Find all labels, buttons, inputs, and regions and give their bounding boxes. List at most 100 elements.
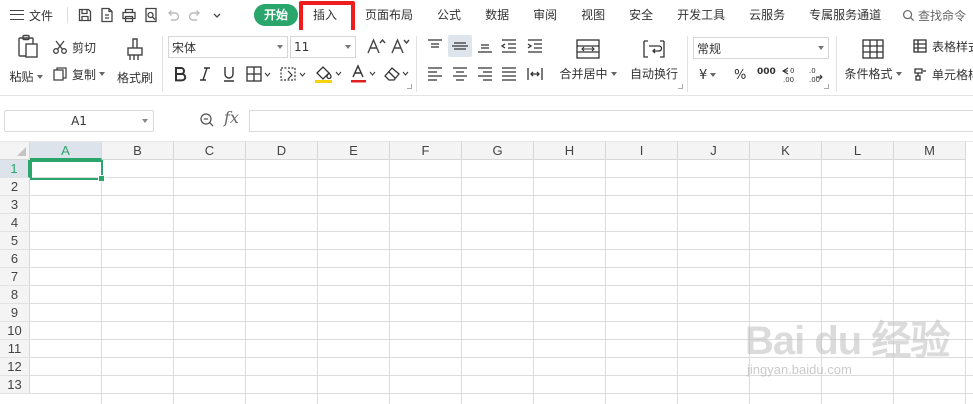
cell-pattern-icon[interactable] bbox=[279, 65, 307, 83]
ribbon-separator bbox=[687, 36, 688, 92]
merge-cells-icon bbox=[576, 39, 600, 59]
distributed-align-icon[interactable] bbox=[525, 66, 545, 82]
zoom-icon[interactable] bbox=[199, 112, 215, 131]
row-header-13[interactable]: 13 bbox=[0, 376, 30, 394]
column-header-a[interactable]: A bbox=[30, 142, 102, 160]
decrease-indent-icon[interactable] bbox=[499, 38, 519, 54]
tab-view[interactable]: 视图 bbox=[569, 4, 617, 26]
tab-home[interactable]: 开始 bbox=[254, 4, 299, 26]
cut-button[interactable]: 剪切 bbox=[52, 38, 96, 56]
paste-label: 粘贴 bbox=[9, 70, 34, 84]
column-header-b[interactable]: B bbox=[102, 142, 174, 160]
scissors-icon bbox=[53, 40, 67, 54]
tab-cloud-service[interactable]: 云服务 bbox=[737, 4, 797, 26]
row-header-11[interactable]: 11 bbox=[0, 340, 30, 358]
increase-font-size-icon[interactable] bbox=[366, 37, 386, 55]
column-header-d[interactable]: D bbox=[246, 142, 318, 160]
format-painter-button[interactable]: 格式刷 bbox=[114, 36, 156, 92]
italic-icon[interactable] bbox=[198, 65, 212, 83]
print-preview-icon[interactable] bbox=[140, 4, 162, 26]
number-format-select[interactable]: 常规 bbox=[693, 37, 829, 59]
row-header-5[interactable]: 5 bbox=[0, 232, 30, 250]
column-header-k[interactable]: K bbox=[750, 142, 822, 160]
row-header-10[interactable]: 10 bbox=[0, 322, 30, 340]
copy-button[interactable]: 复制 bbox=[52, 65, 106, 83]
main-menu-button[interactable]: 文件 bbox=[10, 7, 61, 24]
row-header-6[interactable]: 6 bbox=[0, 250, 30, 268]
clear-format-icon[interactable] bbox=[382, 63, 412, 85]
active-cell[interactable] bbox=[30, 160, 105, 182]
row-header-7[interactable]: 7 bbox=[0, 268, 30, 286]
bold-icon[interactable] bbox=[172, 65, 188, 83]
align-center-icon[interactable] bbox=[450, 66, 470, 82]
tab-security[interactable]: 安全 bbox=[617, 4, 665, 26]
column-header-f[interactable]: F bbox=[390, 142, 462, 160]
column-header-g[interactable]: G bbox=[462, 142, 534, 160]
font-name-select[interactable]: 宋体 bbox=[168, 36, 288, 58]
tab-insert[interactable]: 插入 bbox=[301, 4, 349, 26]
undo-icon[interactable] bbox=[162, 4, 184, 26]
alignment-group-launcher[interactable] bbox=[678, 84, 683, 89]
percent-button[interactable]: % bbox=[734, 66, 746, 84]
font-size-value: 11 bbox=[294, 40, 310, 54]
tab-formulas[interactable]: 公式 bbox=[425, 4, 473, 26]
font-group-launcher[interactable] bbox=[407, 84, 412, 89]
wrap-text-button[interactable]: 自动换行 bbox=[626, 38, 682, 90]
save-icon[interactable] bbox=[74, 4, 96, 26]
tab-review[interactable]: 审阅 bbox=[521, 4, 569, 26]
search-icon bbox=[902, 9, 915, 21]
column-header-h[interactable]: H bbox=[534, 142, 606, 160]
font-size-select[interactable]: 11 bbox=[290, 36, 356, 58]
thousands-separator-button[interactable]: 000 bbox=[757, 66, 776, 84]
column-header-i[interactable]: I bbox=[606, 142, 678, 160]
currency-button[interactable]: ¥ bbox=[699, 66, 717, 84]
formula-input[interactable] bbox=[249, 110, 973, 132]
number-group-launcher[interactable] bbox=[824, 84, 829, 89]
cell-area[interactable] bbox=[30, 160, 973, 404]
row-header-9[interactable]: 9 bbox=[0, 304, 30, 322]
tab-developer[interactable]: 开发工具 bbox=[665, 4, 737, 26]
row-header-1[interactable]: 1 bbox=[0, 160, 30, 178]
conditional-format-button[interactable]: 条件格式 bbox=[842, 38, 904, 90]
table-style-button[interactable]: 表格样式 bbox=[912, 37, 973, 55]
quick-access-dropdown-icon[interactable] bbox=[206, 4, 228, 26]
tab-exclusive-service[interactable]: 专属服务通道 bbox=[797, 4, 893, 26]
increase-decimal-icon[interactable]: 0.00 bbox=[780, 64, 802, 84]
insert-function-button[interactable]: fx bbox=[224, 108, 239, 127]
justify-icon[interactable] bbox=[499, 66, 519, 82]
fill-color-icon[interactable] bbox=[313, 63, 343, 85]
print-icon[interactable] bbox=[118, 4, 140, 26]
merge-center-button[interactable]: 合并居中 bbox=[558, 38, 618, 90]
column-header-l[interactable]: L bbox=[822, 142, 894, 160]
increase-indent-icon[interactable] bbox=[525, 38, 545, 54]
borders-icon[interactable] bbox=[245, 65, 271, 83]
ribbon-separator bbox=[416, 36, 417, 92]
cell-style-button[interactable]: 单元格样式 bbox=[912, 65, 973, 83]
tab-page-layout[interactable]: 页面布局 bbox=[353, 4, 425, 26]
row-header-2[interactable]: 2 bbox=[0, 178, 30, 196]
underline-icon[interactable] bbox=[221, 65, 237, 83]
select-all-button[interactable] bbox=[0, 142, 30, 160]
decrease-font-size-icon[interactable] bbox=[390, 37, 410, 55]
column-header-m[interactable]: M bbox=[894, 142, 966, 160]
row-header-8[interactable]: 8 bbox=[0, 286, 30, 304]
name-box[interactable]: A1 bbox=[4, 110, 154, 132]
font-color-icon[interactable] bbox=[349, 63, 379, 85]
export-pdf-icon[interactable] bbox=[96, 4, 118, 26]
align-right-icon[interactable] bbox=[475, 66, 495, 82]
row-header-12[interactable]: 12 bbox=[0, 358, 30, 376]
align-top-icon[interactable] bbox=[425, 38, 445, 54]
redo-icon[interactable] bbox=[184, 4, 206, 26]
column-header-c[interactable]: C bbox=[174, 142, 246, 160]
row-header-3[interactable]: 3 bbox=[0, 196, 30, 214]
column-header-e[interactable]: E bbox=[318, 142, 390, 160]
tab-data[interactable]: 数据 bbox=[473, 4, 521, 26]
command-search[interactable]: 查找命令 bbox=[902, 6, 966, 24]
decrease-decimal-icon[interactable]: .0.00 bbox=[806, 64, 828, 84]
align-middle-icon[interactable] bbox=[448, 35, 472, 57]
column-header-j[interactable]: J bbox=[678, 142, 750, 160]
row-header-4[interactable]: 4 bbox=[0, 214, 30, 232]
align-bottom-icon[interactable] bbox=[475, 38, 495, 54]
align-left-icon[interactable] bbox=[425, 66, 445, 82]
paste-button[interactable]: 粘贴 bbox=[8, 34, 44, 90]
